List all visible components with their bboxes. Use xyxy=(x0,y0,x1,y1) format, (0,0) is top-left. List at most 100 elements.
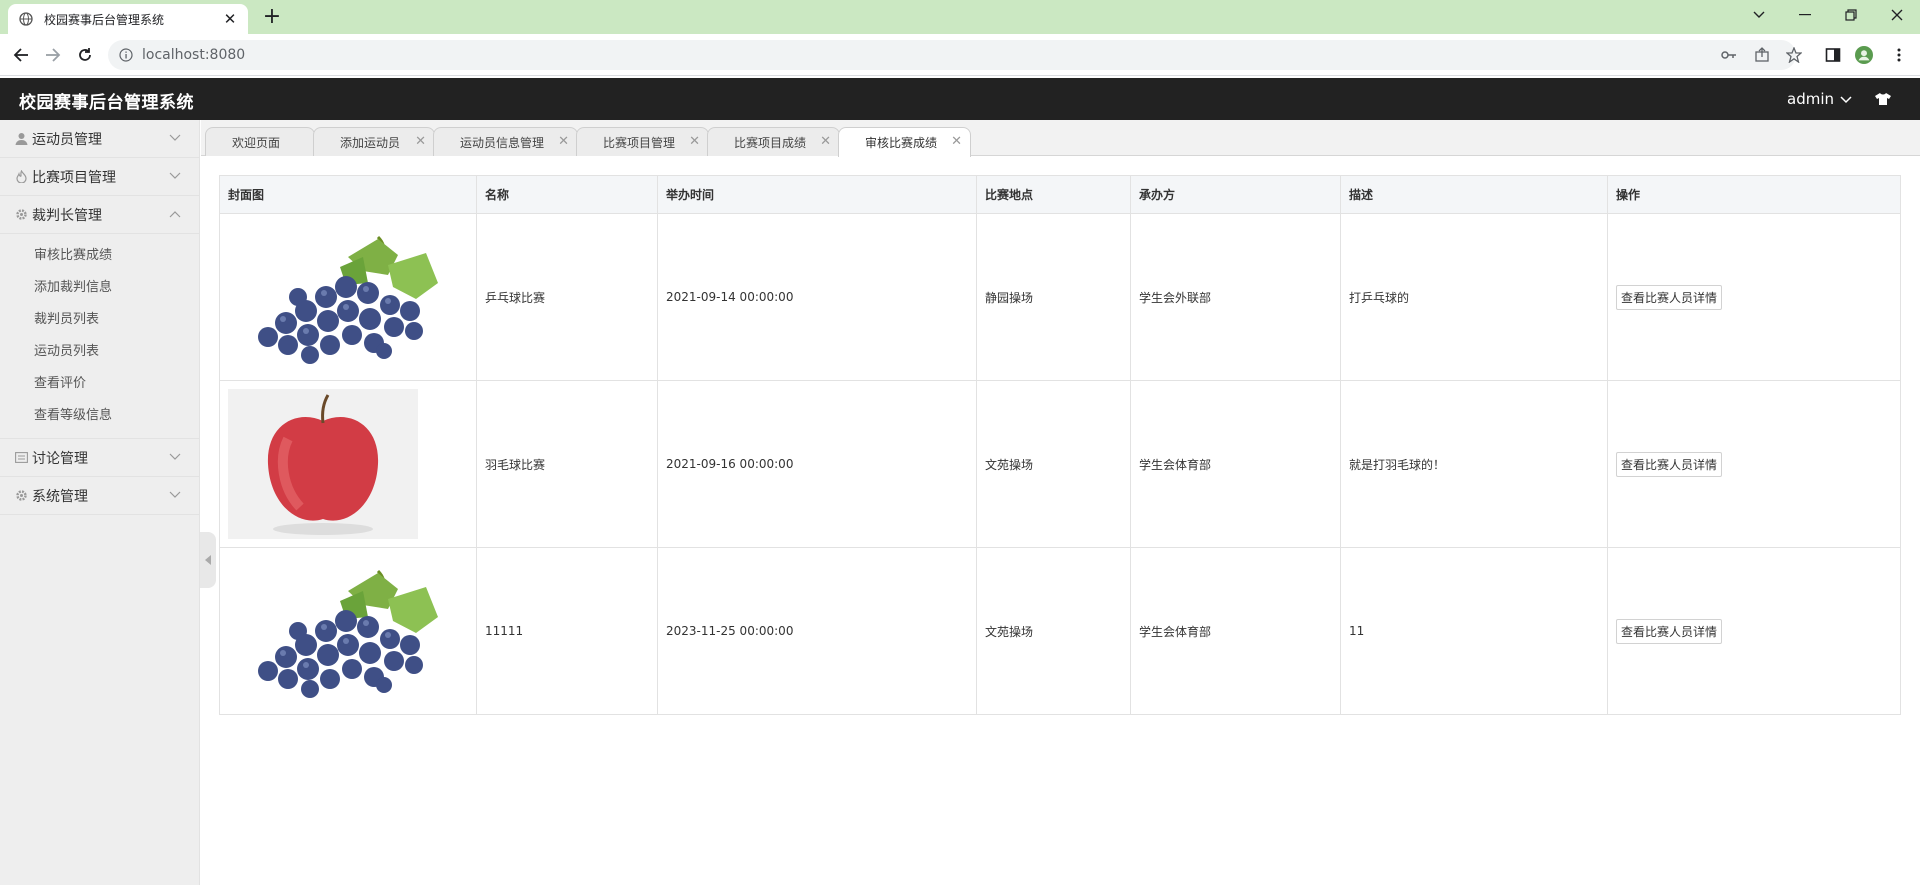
tab-label: 比赛项目管理 xyxy=(603,135,676,150)
sidebar-item-audit-scores[interactable]: 审核比赛成绩 xyxy=(0,240,199,272)
action-cell: 查看比赛人员详情 xyxy=(1607,213,1901,381)
event-organizer: 学生会外联部 xyxy=(1130,213,1341,381)
table-header-row: 封面图 名称 举办时间 比赛地点 承办方 描述 操作 xyxy=(219,175,1901,214)
close-icon[interactable]: ✕ xyxy=(558,134,569,149)
sidebar-group-event[interactable]: 比赛项目管理 xyxy=(0,158,199,196)
chevron-down-icon xyxy=(169,170,181,182)
close-icon[interactable]: ✕ xyxy=(951,134,962,149)
sidebar-item-add-referee[interactable]: 添加裁判信息 xyxy=(0,272,199,304)
close-window-button[interactable] xyxy=(1874,0,1920,30)
page-tab-bar: 欢迎页面 添加运动员 ✕ 运动员信息管理 ✕ 比赛项目管理 ✕ 比赛项目成绩 ✕… xyxy=(201,120,1920,157)
close-icon[interactable]: ✕ xyxy=(415,134,426,149)
app-header: 校园赛事后台管理系统 admin xyxy=(0,78,1920,120)
sidebar-collapse-handle[interactable] xyxy=(200,532,216,588)
apple-cover-image xyxy=(228,389,418,539)
view-participants-button[interactable]: 查看比赛人员详情 xyxy=(1616,284,1723,310)
column-header: 描述 xyxy=(1340,175,1608,214)
browser-tabstrip: 校园赛事后台管理系统 ✕ + xyxy=(0,0,1920,34)
back-arrow-icon[interactable] xyxy=(8,42,34,68)
tab-label: 添加运动员 xyxy=(340,135,401,150)
star-icon[interactable] xyxy=(1785,46,1803,64)
sidebar-item-referee-list[interactable]: 裁判员列表 xyxy=(0,304,199,336)
sidebar-group-label: 裁判长管理 xyxy=(32,207,102,224)
tab-athlete-info[interactable]: 运动员信息管理 ✕ xyxy=(433,127,578,156)
sidebar: 运动员管理 比赛项目管理 裁判长管理 审核比赛成绩 添加裁判信息 裁判员列表 运… xyxy=(0,120,200,885)
cover-cell xyxy=(219,380,477,548)
more-menu-icon[interactable] xyxy=(1890,46,1908,64)
browser-toolbar: localhost:8080 xyxy=(0,34,1920,76)
address-bar[interactable]: localhost:8080 xyxy=(108,40,1796,70)
globe-icon xyxy=(18,11,34,27)
event-name: 乒乓球比赛 xyxy=(476,213,658,381)
user-icon xyxy=(14,132,28,146)
event-time: 2021-09-16 00:00:00 xyxy=(657,380,977,548)
view-participants-button[interactable]: 查看比赛人员详情 xyxy=(1616,451,1723,477)
tab-label: 欢迎页面 xyxy=(232,135,281,150)
theme-shirt-icon[interactable] xyxy=(1874,90,1892,108)
table-row: 乒乓球比赛 2021-09-14 00:00:00 静园操场 学生会外联部 打乒… xyxy=(219,213,1901,381)
tab-audit-scores[interactable]: 审核比赛成绩 ✕ xyxy=(838,127,971,157)
browser-tab-title: 校园赛事后台管理系统 xyxy=(44,12,165,27)
column-header: 操作 xyxy=(1607,175,1901,214)
new-tab-button[interactable]: + xyxy=(258,5,286,31)
tab-label: 运动员信息管理 xyxy=(460,135,545,150)
sidebar-group-discussion[interactable]: 讨论管理 xyxy=(0,439,199,477)
info-icon[interactable] xyxy=(118,47,134,63)
column-header: 封面图 xyxy=(219,175,477,214)
restore-button[interactable] xyxy=(1828,0,1874,30)
column-header: 名称 xyxy=(476,175,658,214)
sidebar-item-view-reviews[interactable]: 查看评价 xyxy=(0,368,199,400)
fire-icon xyxy=(14,170,28,184)
sidebar-group-label: 讨论管理 xyxy=(32,450,88,467)
side-panel-icon[interactable] xyxy=(1824,46,1842,64)
action-cell: 查看比赛人员详情 xyxy=(1607,380,1901,548)
sidebar-group-athlete[interactable]: 运动员管理 xyxy=(0,120,199,158)
sidebar-group-system[interactable]: 系统管理 xyxy=(0,477,199,515)
close-icon[interactable]: ✕ xyxy=(820,134,831,149)
browser-tab[interactable]: 校园赛事后台管理系统 ✕ xyxy=(8,4,248,34)
username: admin xyxy=(1787,90,1834,108)
message-icon xyxy=(14,451,28,465)
user-menu[interactable]: admin xyxy=(1787,90,1852,108)
share-icon[interactable] xyxy=(1753,46,1771,64)
tab-search-icon[interactable] xyxy=(1736,0,1782,30)
gear-icon xyxy=(14,208,28,222)
minimize-button[interactable] xyxy=(1782,0,1828,30)
event-time: 2021-09-14 00:00:00 xyxy=(657,213,977,381)
profile-avatar-icon[interactable] xyxy=(1855,46,1873,64)
view-participants-button[interactable]: 查看比赛人员详情 xyxy=(1616,618,1723,644)
tab-event-scores[interactable]: 比赛项目成绩 ✕ xyxy=(707,127,840,156)
gear-icon xyxy=(14,489,28,503)
column-header: 举办时间 xyxy=(657,175,977,214)
sidebar-group-referee[interactable]: 裁判长管理 xyxy=(0,196,199,234)
close-icon[interactable]: ✕ xyxy=(689,134,700,149)
forward-arrow-icon[interactable] xyxy=(40,42,66,68)
event-description: 就是打羽毛球的！ xyxy=(1340,380,1608,548)
column-header: 承办方 xyxy=(1130,175,1341,214)
sidebar-group-label: 运动员管理 xyxy=(32,131,102,148)
tab-label: 比赛项目成绩 xyxy=(734,135,807,150)
app-title: 校园赛事后台管理系统 xyxy=(19,93,194,113)
cover-cell xyxy=(219,547,477,715)
column-header: 比赛地点 xyxy=(976,175,1131,214)
sidebar-group-label: 系统管理 xyxy=(32,488,88,505)
sidebar-group-label: 比赛项目管理 xyxy=(32,169,116,186)
close-icon[interactable]: ✕ xyxy=(222,10,238,28)
sidebar-item-athlete-list[interactable]: 运动员列表 xyxy=(0,336,199,368)
tab-event-management[interactable]: 比赛项目管理 ✕ xyxy=(576,127,709,156)
event-name: 羽毛球比赛 xyxy=(476,380,658,548)
event-organizer: 学生会体育部 xyxy=(1130,547,1341,715)
event-organizer: 学生会体育部 xyxy=(1130,380,1341,548)
grapes-cover-image xyxy=(228,227,450,367)
chevron-down-icon xyxy=(169,489,181,501)
key-icon[interactable] xyxy=(1720,46,1738,64)
tab-welcome[interactable]: 欢迎页面 xyxy=(205,127,315,156)
sidebar-item-view-levels[interactable]: 查看等级信息 xyxy=(0,400,199,432)
action-cell: 查看比赛人员详情 xyxy=(1607,547,1901,715)
chevron-down-icon xyxy=(169,451,181,463)
table-row: 11111 2023-11-25 00:00:00 文苑操场 学生会体育部 11… xyxy=(219,547,1901,715)
table-row: 羽毛球比赛 2021-09-16 00:00:00 文苑操场 学生会体育部 就是… xyxy=(219,380,1901,548)
cover-cell xyxy=(219,213,477,381)
tab-add-athlete[interactable]: 添加运动员 ✕ xyxy=(313,127,435,156)
reload-icon[interactable] xyxy=(72,42,98,68)
